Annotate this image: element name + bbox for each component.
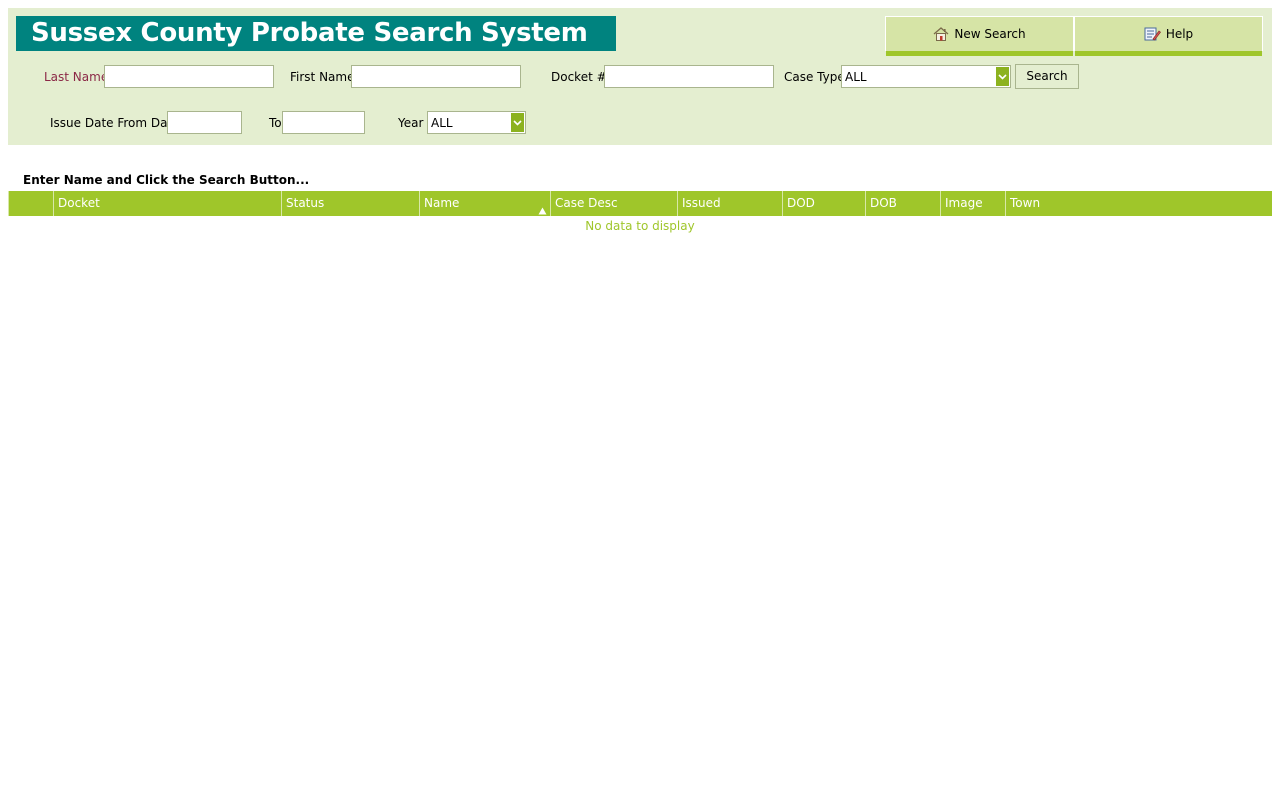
empty-results-message: No data to display: [585, 219, 695, 233]
chevron-down-icon: [996, 67, 1009, 86]
help-document-icon: [1144, 27, 1161, 41]
first-name-label: First Name: [290, 70, 355, 84]
column-header-status[interactable]: Status: [281, 191, 419, 216]
first-name-input[interactable]: [351, 65, 521, 88]
new-search-button[interactable]: New Search: [885, 16, 1074, 56]
issue-date-to-label: To: [269, 116, 282, 130]
column-header-docket[interactable]: Docket: [53, 191, 281, 216]
column-header-case-desc[interactable]: Case Desc: [550, 191, 677, 216]
column-header-image[interactable]: Image: [940, 191, 1005, 216]
page: Sussex County Probate Search System New …: [0, 0, 1280, 800]
page-title: Sussex County Probate Search System: [31, 18, 588, 48]
help-button[interactable]: Help: [1074, 16, 1263, 56]
case-type-value: ALL: [845, 70, 867, 84]
year-select[interactable]: ALL: [427, 111, 526, 134]
column-header-dod[interactable]: DOD: [782, 191, 865, 216]
column-header-select[interactable]: [8, 191, 53, 216]
chevron-down-icon: [511, 113, 524, 132]
issue-date-from-label: Issue Date From Date: [50, 116, 180, 130]
search-instructions: Enter Name and Click the Search Button..…: [23, 173, 310, 187]
column-header-dob[interactable]: DOB: [865, 191, 940, 216]
results-grid-header: Docket Status Name Case Desc Issued DOD …: [8, 191, 1272, 216]
column-header-town[interactable]: Town: [1005, 191, 1272, 216]
last-name-input[interactable]: [104, 65, 274, 88]
issue-date-to-input[interactable]: [282, 111, 365, 134]
column-header-issued[interactable]: Issued: [677, 191, 782, 216]
new-search-label: New Search: [954, 26, 1026, 41]
home-icon: [933, 26, 949, 41]
case-type-label: Case Type: [784, 70, 845, 84]
last-name-label: Last Name: [44, 70, 109, 84]
title-banner: Sussex County Probate Search System: [16, 16, 616, 51]
year-label: Year: [398, 116, 424, 130]
docket-number-input[interactable]: [604, 65, 774, 88]
year-value: ALL: [431, 116, 453, 130]
help-label: Help: [1165, 26, 1194, 41]
search-panel: Sussex County Probate Search System New …: [8, 8, 1272, 145]
search-button[interactable]: Search: [1015, 64, 1079, 89]
column-header-name[interactable]: Name: [419, 191, 550, 216]
issue-date-from-input[interactable]: [167, 111, 242, 134]
docket-number-label: Docket #: [551, 70, 607, 84]
column-header-name-label: Name: [424, 196, 460, 210]
case-type-select[interactable]: ALL: [841, 65, 1011, 88]
